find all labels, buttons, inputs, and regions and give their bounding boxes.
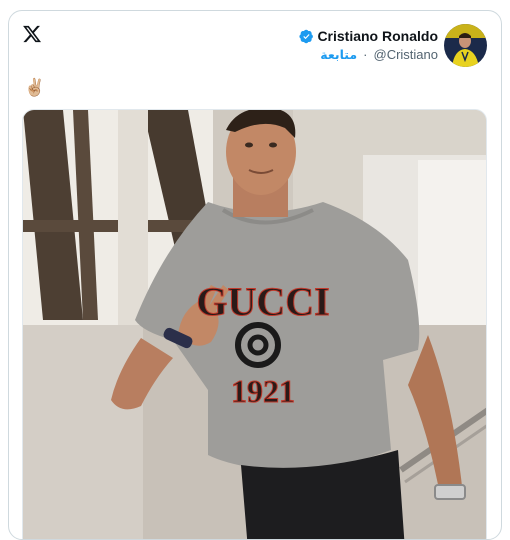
verified-badge-icon	[299, 29, 314, 43]
separator-dot: ·	[363, 47, 368, 62]
tweet-text: ✌🏼	[24, 78, 46, 98]
x-logo-icon[interactable]	[22, 24, 42, 44]
tweet-photo[interactable]: GUCCI 1921	[22, 109, 487, 539]
author-name-row: Cristiano Ronaldo	[299, 28, 438, 44]
avatar[interactable]	[444, 23, 487, 67]
author-text: Cristiano Ronaldo متابعة · @Cristiano	[299, 28, 438, 62]
follow-button[interactable]: متابعة	[320, 47, 357, 62]
shirt-year-text: 1921	[231, 373, 295, 409]
author-name[interactable]: Cristiano Ronaldo	[317, 28, 438, 44]
author-block[interactable]: Cristiano Ronaldo متابعة · @Cristiano	[299, 23, 487, 67]
tweet-card[interactable]: Cristiano Ronaldo متابعة · @Cristiano ✌🏼	[8, 10, 502, 540]
handle-row: متابعة · @Cristiano	[320, 47, 438, 62]
shirt-brand-text: GUCCI	[196, 279, 329, 324]
author-handle[interactable]: @Cristiano	[374, 47, 439, 62]
